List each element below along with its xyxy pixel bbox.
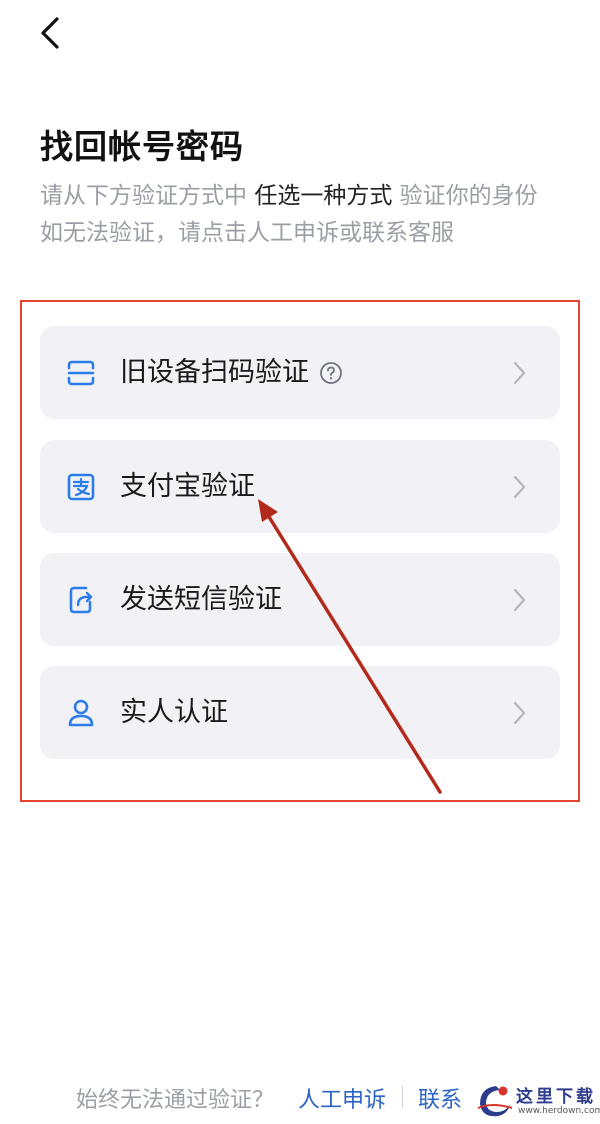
watermark: 这里下载 www.herdown.com [470,1078,600,1124]
option-label-text: 发送短信验证 [120,584,282,615]
back-button[interactable] [30,12,70,54]
chevron-left-icon [41,17,59,49]
subtitle-text-a: 请从下方验证方式中 [40,183,255,209]
chevron-right-icon [513,361,526,385]
option-label: 支付宝验证 [120,467,255,507]
footer-divider [402,1086,403,1108]
subtitle-emphasis: 任选一种方式 [254,183,393,209]
option-label: 实人认证 [120,693,228,733]
option-label: 发送短信验证 [120,580,282,620]
watermark-logo-icon [477,1086,513,1117]
subtitle-text-b: 验证你的身份 [392,183,538,209]
option-alipay[interactable]: 支付宝验证 [40,440,560,533]
contact-service-link[interactable]: 联系 [418,1082,462,1114]
page-subtitle: 请从下方验证方式中 任选一种方式 验证你的身份 如无法验证，请点击人工申诉或联系… [40,178,580,252]
option-old-device-scan[interactable]: 旧设备扫码验证 [40,326,560,419]
watermark-text: 这里下载 [516,1087,596,1107]
option-real-person[interactable]: 实人认证 [40,666,560,759]
help-icon[interactable] [319,361,343,385]
option-label-text: 实人认证 [120,697,228,728]
option-label: 旧设备扫码验证 [120,353,343,393]
watermark-url: www.herdown.com [518,1106,600,1116]
option-label-text: 旧设备扫码验证 [120,357,309,388]
sms-icon [69,586,93,614]
subtitle-line-2: 如无法验证，请点击人工申诉或联系客服 [40,220,454,246]
page: 找回帐号密码 请从下方验证方式中 任选一种方式 验证你的身份 如无法验证，请点击… [0,0,600,1124]
page-title: 找回帐号密码 [40,127,244,166]
option-label-text: 支付宝验证 [120,471,255,502]
subtitle-line-1: 请从下方验证方式中 任选一种方式 验证你的身份 [40,178,580,215]
chevron-right-icon [513,475,526,499]
footer-question: 始终无法通过验证？ [76,1088,275,1113]
alipay-icon [67,473,95,501]
option-sms[interactable]: 发送短信验证 [40,553,560,646]
chevron-right-icon [513,588,526,612]
chevron-right-icon [513,701,526,725]
person-icon [68,699,94,727]
manual-appeal-link[interactable]: 人工申诉 [298,1082,386,1114]
scan-icon [67,360,95,386]
